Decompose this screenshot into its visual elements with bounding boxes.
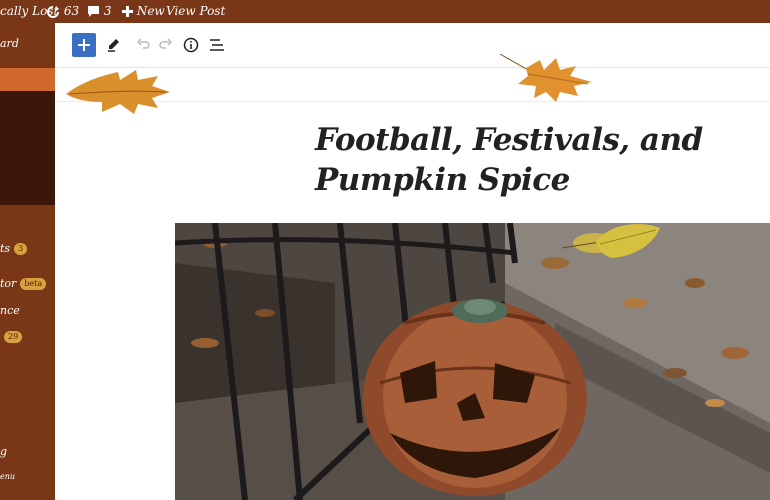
undo-icon	[136, 38, 150, 49]
sidebar-submenu	[0, 91, 55, 205]
new-content-link[interactable]: New	[122, 0, 165, 23]
featured-image[interactable]	[175, 223, 770, 500]
add-block-icon	[78, 39, 90, 51]
admin-sidebar: ard ts 3 tor beta nce 29 g enu	[0, 23, 55, 500]
pumpkin-photo	[175, 223, 770, 500]
details-button[interactable]	[179, 33, 203, 57]
maple-leaf-decoration	[499, 53, 592, 102]
redo-icon	[159, 38, 173, 49]
sidebar-collapse-menu[interactable]: enu	[0, 472, 15, 481]
sidebar-item-plugins[interactable]: 29	[0, 330, 23, 343]
sidebar-badge: beta	[20, 278, 47, 290]
editor-toolbar	[55, 23, 770, 68]
sidebar-item-dashboard[interactable]: ard	[0, 37, 19, 50]
info-icon	[183, 37, 199, 53]
comments-link[interactable]: 3	[87, 0, 111, 23]
sidebar-item-settings[interactable]: g	[0, 445, 7, 458]
comments-count: 3	[103, 4, 112, 18]
admin-bar: cally Lost 63 3 New View Post	[0, 0, 770, 23]
add-block-button[interactable]	[72, 33, 96, 57]
comment-icon	[88, 6, 99, 17]
updates-count: 63	[63, 4, 80, 18]
pencil-icon	[108, 39, 119, 52]
sidebar-item-editor[interactable]: tor beta	[0, 277, 47, 290]
new-label: New	[136, 4, 165, 18]
undo-button[interactable]	[131, 33, 155, 57]
refresh-icon	[47, 5, 59, 18]
sidebar-badge: 3	[14, 243, 28, 255]
view-post-link[interactable]: View Post	[166, 0, 225, 23]
yellow-leaf-decoration	[561, 224, 660, 258]
sidebar-item-label: ts	[0, 242, 11, 255]
tools-button[interactable]	[102, 33, 126, 57]
sidebar-item-label: tor	[0, 277, 17, 290]
redo-button[interactable]	[154, 33, 178, 57]
sidebar-badge: 29	[4, 331, 23, 343]
updates-link[interactable]: 63	[46, 0, 79, 23]
plus-icon	[122, 6, 133, 17]
sidebar-item-appearance[interactable]: nce	[0, 304, 20, 317]
sidebar-item-active[interactable]	[0, 68, 55, 91]
maple-leaf-decoration	[66, 70, 170, 114]
list-view-button[interactable]	[205, 33, 229, 57]
post-title[interactable]: Football, Festivals, and Pumpkin Spice	[315, 120, 765, 200]
list-view-icon	[210, 39, 224, 51]
sidebar-item-posts[interactable]: ts 3	[0, 242, 28, 255]
